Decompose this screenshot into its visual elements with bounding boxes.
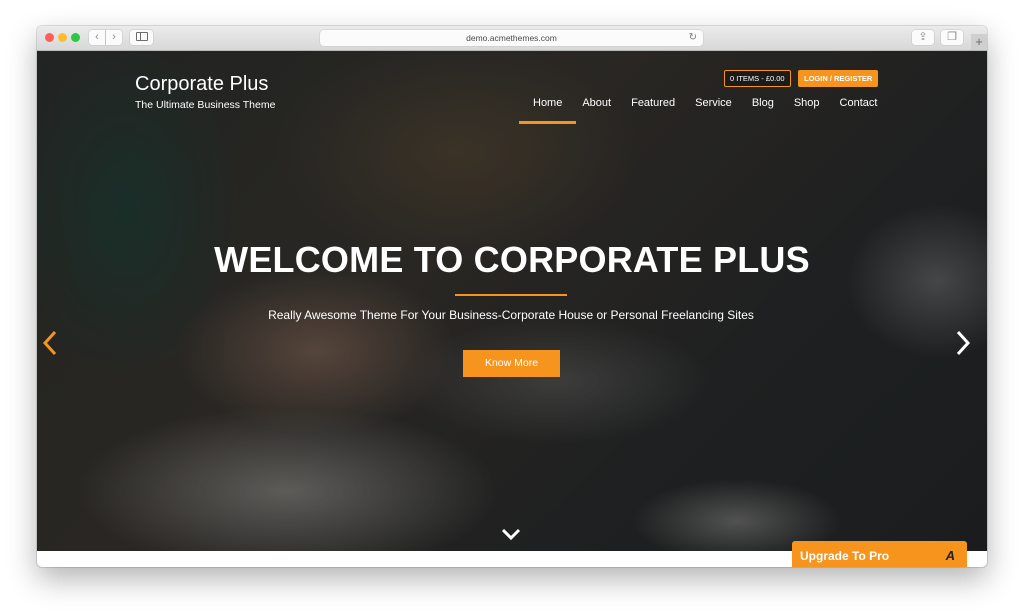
chevron-left-icon xyxy=(42,330,57,356)
site-tagline: The Ultimate Business Theme xyxy=(135,99,276,111)
acme-logo-icon: A xyxy=(945,548,955,563)
new-tab-button[interactable]: + xyxy=(971,34,987,50)
share-button[interactable]: ⇪ xyxy=(912,30,934,45)
cart-button[interactable]: 0 ITEMS - £0.00 xyxy=(724,70,791,87)
forward-button[interactable]: › xyxy=(106,30,122,45)
hero-title: WELCOME TO CORPORATE PLUS xyxy=(214,239,810,280)
login-register-button[interactable]: LOGIN / REGISTER xyxy=(798,70,879,87)
nav-item-featured[interactable]: Featured xyxy=(627,95,679,124)
sidebar-toggle-button[interactable] xyxy=(130,30,153,45)
upgrade-label: Upgrade To Pro xyxy=(800,549,890,563)
nav-item-label: About xyxy=(582,97,612,109)
nav-item-label: Blog xyxy=(751,97,774,109)
scroll-down-button[interactable] xyxy=(500,526,522,542)
hero-subtitle: Really Awesome Theme For Your Business-C… xyxy=(268,308,754,322)
nav-item-label: Home xyxy=(533,97,563,109)
minimize-window-button[interactable] xyxy=(58,33,67,42)
show-tabs-button[interactable]: ❐ xyxy=(941,30,963,45)
chevron-down-icon xyxy=(501,528,521,541)
nav-item-about[interactable]: About xyxy=(578,95,615,124)
browser-window: ‹ › demo.acmethemes.com ↻ ⇪ ❐ + Corporat… xyxy=(37,26,987,567)
maximize-window-button[interactable] xyxy=(71,33,80,42)
tabs-icon: ❐ xyxy=(947,31,957,43)
hero-slider: Corporate Plus The Ultimate Business The… xyxy=(37,51,987,551)
sidebar-icon xyxy=(135,32,148,41)
plus-icon: + xyxy=(975,34,983,49)
nav-item-label: Service xyxy=(695,97,732,109)
close-window-button[interactable] xyxy=(45,33,54,42)
nav-item-label: Contact xyxy=(839,97,878,109)
reload-icon[interactable]: ↻ xyxy=(689,30,697,46)
nav-item-blog[interactable]: Blog xyxy=(748,95,778,124)
address-bar[interactable]: demo.acmethemes.com ↻ xyxy=(320,30,703,46)
chevron-right-icon: › xyxy=(112,31,116,43)
slider-next-button[interactable] xyxy=(955,330,971,363)
nav-item-home[interactable]: Home xyxy=(518,95,577,124)
upgrade-to-pro-button[interactable]: Upgrade To Pro A xyxy=(792,541,967,567)
nav-item-service[interactable]: Service xyxy=(691,95,736,124)
share-icon: ⇪ xyxy=(918,31,928,43)
nav-item-shop[interactable]: Shop xyxy=(790,95,824,124)
url-text: demo.acmethemes.com xyxy=(466,33,557,43)
nav-item-contact[interactable]: Contact xyxy=(836,95,882,124)
hero-background-image xyxy=(37,51,987,551)
back-button[interactable]: ‹ xyxy=(89,30,105,45)
slider-prev-button[interactable] xyxy=(42,330,58,363)
hero-divider xyxy=(455,294,567,296)
chevron-left-icon: ‹ xyxy=(95,31,99,43)
browser-toolbar: ‹ › demo.acmethemes.com ↻ ⇪ ❐ + xyxy=(37,26,987,51)
know-more-button[interactable]: Know More xyxy=(463,350,560,377)
main-navigation: Home About Featured Service Blog Shop Co… xyxy=(518,95,887,124)
nav-item-label: Shop xyxy=(793,97,820,109)
site-title[interactable]: Corporate Plus xyxy=(135,73,268,96)
chevron-right-icon xyxy=(956,330,971,356)
nav-item-label: Featured xyxy=(631,97,676,109)
